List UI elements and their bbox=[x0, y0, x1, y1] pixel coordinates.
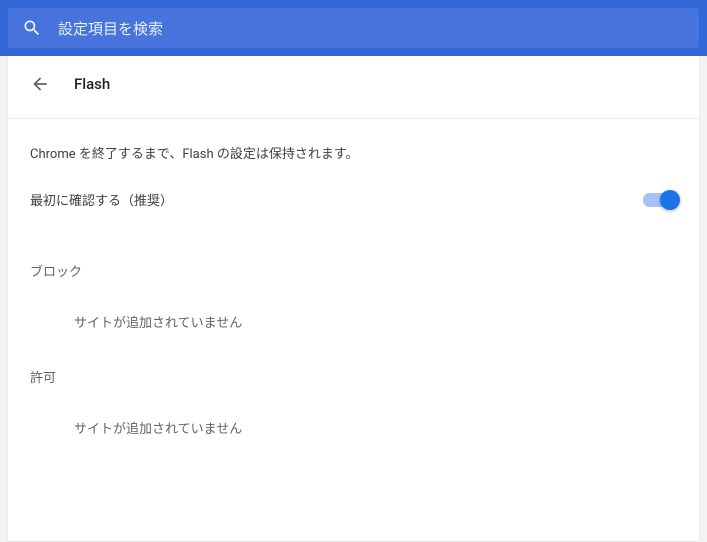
header-row: Flash bbox=[8, 56, 699, 119]
search-bar: 設定項目を検索 bbox=[0, 0, 707, 56]
settings-card: Flash Chrome を終了するまで、Flash の設定は保持されます。 最… bbox=[8, 56, 699, 541]
allow-section: 許可 bbox=[8, 343, 699, 390]
search-icon bbox=[22, 18, 42, 38]
content-wrap: Flash Chrome を終了するまで、Flash の設定は保持されます。 最… bbox=[0, 56, 707, 541]
search-input-container[interactable]: 設定項目を検索 bbox=[8, 8, 699, 48]
back-arrow-icon[interactable] bbox=[30, 74, 50, 94]
allow-section-title: 許可 bbox=[30, 367, 677, 386]
block-section-title: ブロック bbox=[30, 261, 677, 280]
toggle-label: 最初に確認する（推奨） bbox=[30, 190, 173, 209]
toggle-row: 最初に確認する（推奨） bbox=[8, 162, 699, 237]
info-text: Chrome を終了するまで、Flash の設定は保持されます。 bbox=[8, 119, 699, 162]
search-placeholder: 設定項目を検索 bbox=[58, 18, 163, 39]
block-section: ブロック bbox=[8, 237, 699, 284]
allow-empty-text: サイトが追加されていません bbox=[8, 390, 699, 449]
toggle-knob bbox=[660, 190, 680, 210]
ask-first-toggle[interactable] bbox=[643, 193, 677, 207]
page-title: Flash bbox=[74, 75, 110, 93]
block-empty-text: サイトが追加されていません bbox=[8, 284, 699, 343]
